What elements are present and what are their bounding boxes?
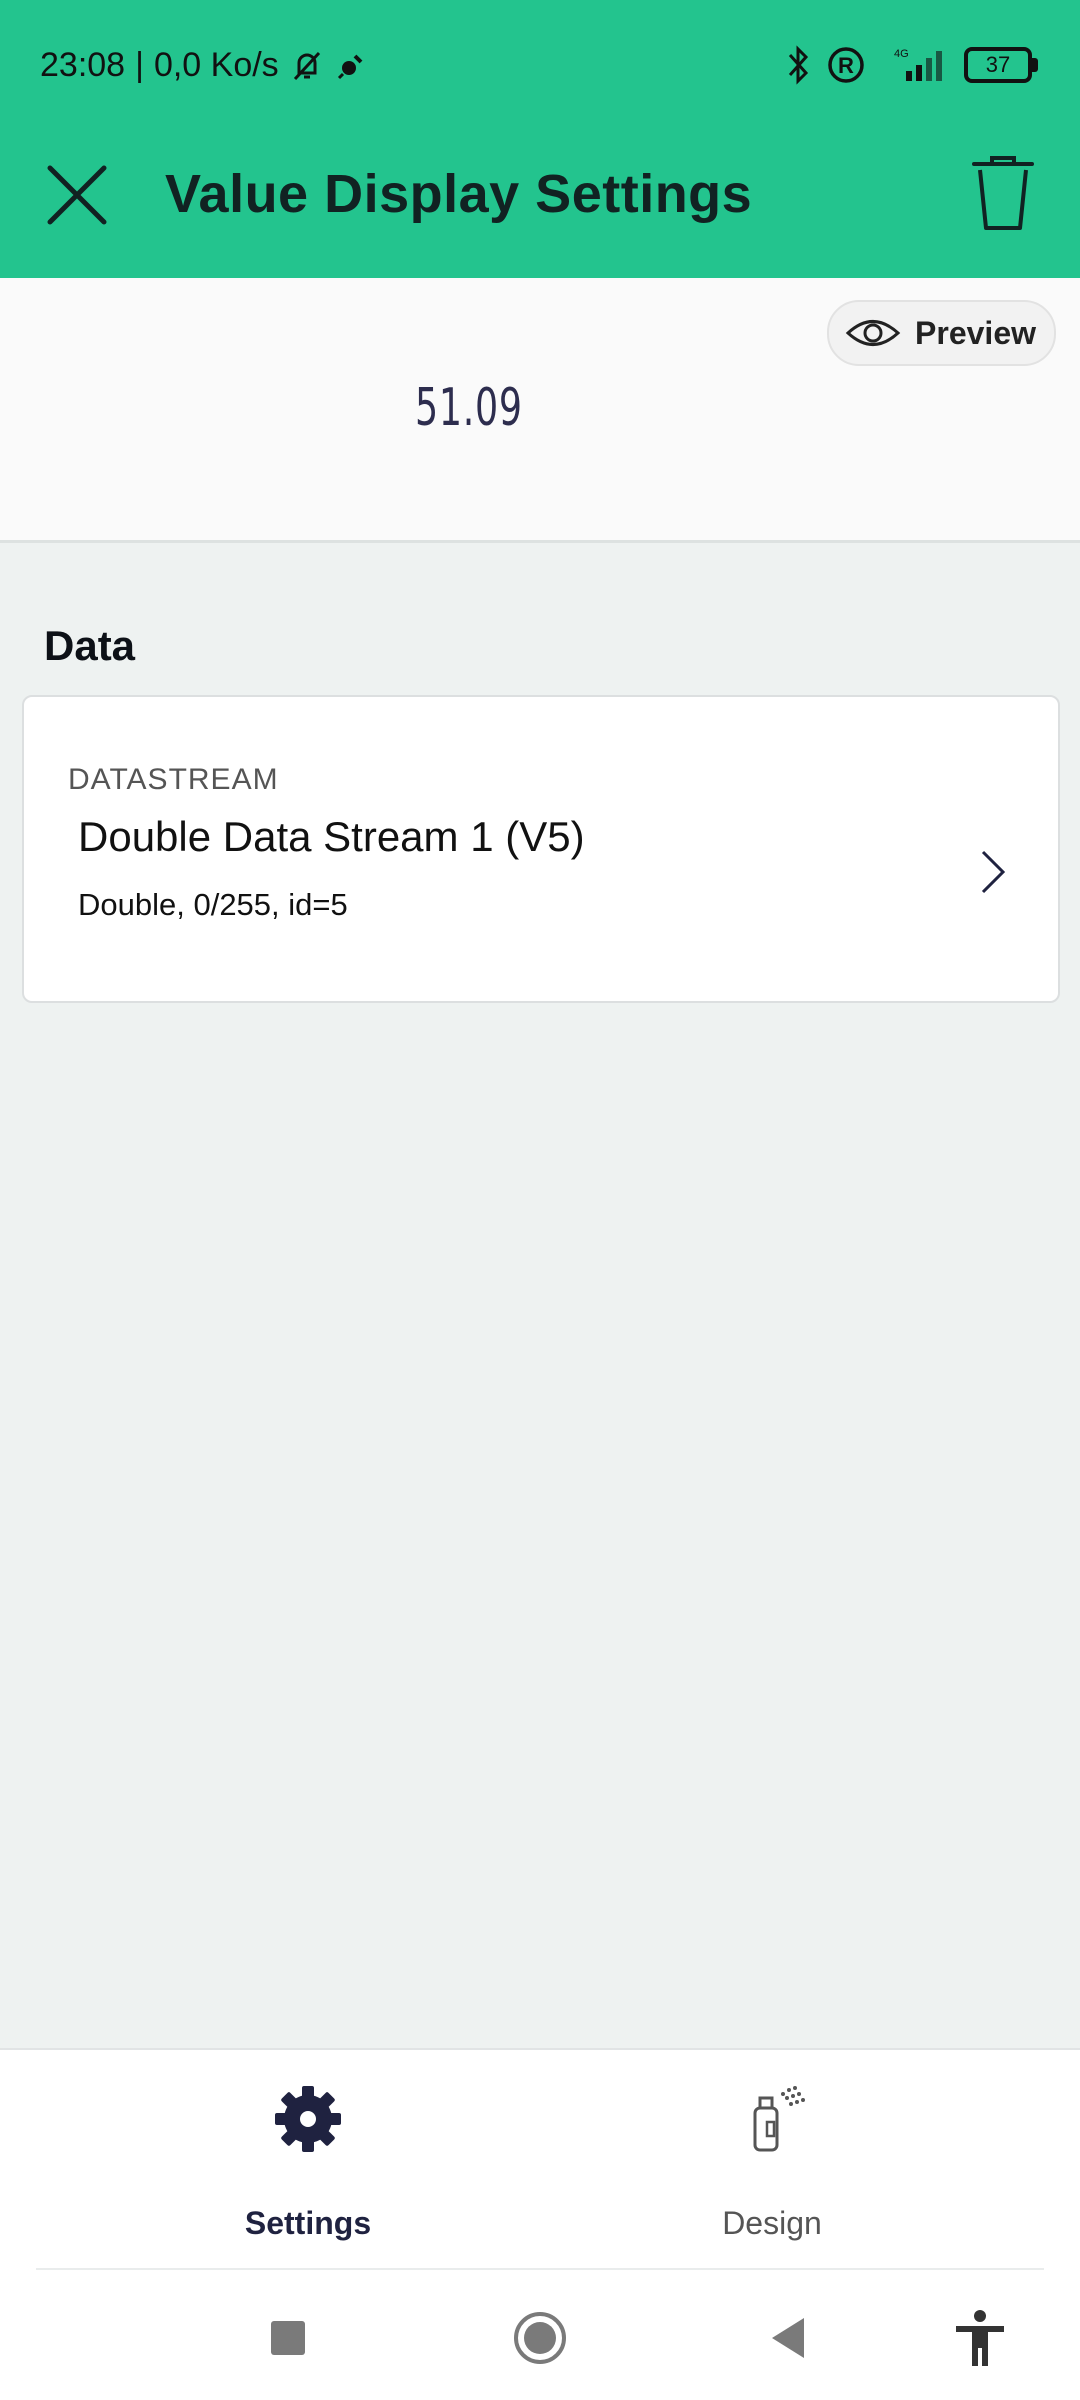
accessibility-icon[interactable] bbox=[950, 2308, 1010, 2368]
status-time: 23:08 bbox=[40, 45, 126, 84]
tab-design[interactable]: Design bbox=[652, 2080, 892, 2250]
system-nav-bar bbox=[0, 2270, 1080, 2400]
back-icon[interactable] bbox=[758, 2308, 818, 2368]
datastream-card[interactable]: DATASTREAM Double Data Stream 1 (V5) Dou… bbox=[22, 695, 1060, 1003]
status-bar: 23:08 | 0,0 Ko/s R 4G 37 bbox=[0, 0, 1080, 128]
recents-icon[interactable] bbox=[258, 2308, 318, 2368]
signal-icon: 4G bbox=[894, 48, 942, 81]
battery-level: 37 bbox=[985, 52, 1011, 77]
registered-icon: R bbox=[828, 47, 864, 83]
toolbar: Value Display Settings bbox=[0, 128, 1080, 278]
bottom-nav: Settings Design bbox=[0, 2048, 1080, 2270]
value-display: 51.09 bbox=[415, 378, 523, 438]
status-separator: | bbox=[135, 45, 144, 84]
app-header: 23:08 | 0,0 Ko/s R 4G 37 Value Display S… bbox=[0, 0, 1080, 278]
gear-icon bbox=[275, 2086, 341, 2152]
section-title-data: Data bbox=[44, 622, 136, 669]
bluetooth-icon bbox=[788, 45, 809, 85]
svg-text:R: R bbox=[838, 53, 854, 78]
close-icon[interactable] bbox=[42, 160, 112, 230]
battery-indicator: 37 bbox=[964, 47, 1038, 83]
status-right: R 4G 37 bbox=[786, 40, 1038, 90]
status-left: 23:08 | 0,0 Ko/s bbox=[40, 40, 369, 90]
trash-icon[interactable] bbox=[968, 154, 1038, 234]
spray-paint-icon bbox=[753, 2086, 805, 2152]
tab-settings[interactable]: Settings bbox=[188, 2080, 428, 2250]
home-icon[interactable] bbox=[510, 2308, 570, 2368]
eye-icon bbox=[845, 320, 901, 346]
page-title: Value Display Settings bbox=[165, 164, 753, 224]
preview-label: Preview bbox=[915, 314, 1036, 351]
widget-preview-area: Preview 51.09 bbox=[0, 278, 1080, 543]
chevron-right-icon bbox=[981, 850, 1006, 894]
tab-settings-label: Settings bbox=[244, 2205, 372, 2241]
svg-text:4G: 4G bbox=[894, 48, 909, 60]
datastream-label: DATASTREAM bbox=[68, 763, 279, 796]
satellite-icon bbox=[337, 54, 363, 80]
tab-design-label: Design bbox=[722, 2205, 822, 2241]
datastream-name: Double Data Stream 1 (V5) bbox=[78, 813, 585, 860]
status-speed: 0,0 Ko/s bbox=[153, 45, 279, 84]
preview-button[interactable]: Preview bbox=[827, 300, 1056, 366]
datastream-meta: Double, 0/255, id=5 bbox=[78, 887, 348, 922]
mute-bell-icon bbox=[293, 51, 320, 81]
